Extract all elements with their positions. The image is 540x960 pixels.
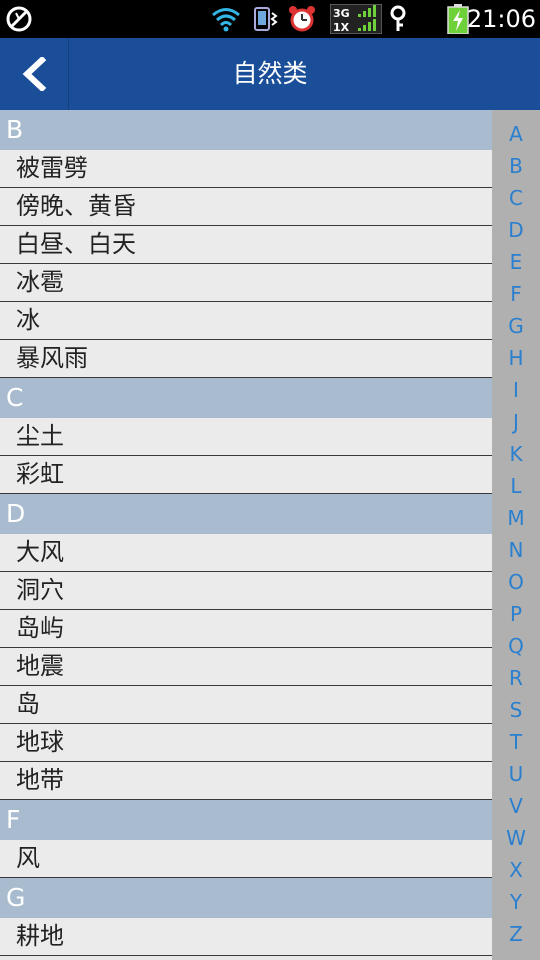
index-letter-z[interactable]: Z (492, 918, 540, 950)
list-item[interactable]: 暴风雨 (0, 340, 492, 378)
index-letter-g[interactable]: G (492, 310, 540, 342)
index-letter-f[interactable]: F (492, 278, 540, 310)
index-letter-a[interactable]: A (492, 118, 540, 150)
index-letter-m[interactable]: M (492, 502, 540, 534)
list-item[interactable]: 被雷劈 (0, 150, 492, 188)
list-item[interactable]: 大风 (0, 534, 492, 572)
back-button[interactable] (0, 38, 69, 110)
index-letter-v[interactable]: V (492, 790, 540, 822)
section-header: B (0, 110, 492, 150)
index-letter-u[interactable]: U (492, 758, 540, 790)
index-letter-p[interactable]: P (492, 598, 540, 630)
section-f: F 风 (0, 800, 492, 878)
status-bar: 3G 1X 21:06 (0, 0, 540, 38)
section-header: C (0, 378, 492, 418)
section-g: G 耕地 (0, 878, 492, 956)
list-item[interactable]: 风 (0, 840, 492, 878)
index-letter-b[interactable]: B (492, 150, 540, 182)
status-time: 21:06 (466, 5, 536, 33)
index-letter-j[interactable]: J (492, 406, 540, 438)
chevron-left-icon (22, 57, 47, 91)
list-item[interactable]: 地球 (0, 724, 492, 762)
word-list[interactable]: B 被雷劈 傍晚、黄昏 白昼、白天 冰雹 冰 暴风雨 C 尘土 彩虹 D 大风 … (0, 110, 492, 960)
key-icon (386, 4, 410, 34)
section-b: B 被雷劈 傍晚、黄昏 白昼、白天 冰雹 冰 暴风雨 (0, 110, 492, 378)
section-c: C 尘土 彩虹 (0, 378, 492, 494)
section-d: D 大风 洞穴 岛屿 地震 岛 地球 地带 (0, 494, 492, 800)
list-item[interactable]: 彩虹 (0, 456, 492, 494)
section-header: F (0, 800, 492, 840)
title-bar: 自然类 (0, 38, 540, 110)
index-letter-w[interactable]: W (492, 822, 540, 854)
list-item[interactable]: 岛 (0, 686, 492, 724)
section-header: G (0, 878, 492, 918)
list-item[interactable]: 地震 (0, 648, 492, 686)
index-letter-c[interactable]: C (492, 182, 540, 214)
index-letter-h[interactable]: H (492, 342, 540, 374)
list-item[interactable]: 白昼、白天 (0, 226, 492, 264)
index-letter-r[interactable]: R (492, 662, 540, 694)
index-letter-o[interactable]: O (492, 566, 540, 598)
list-item[interactable]: 洞穴 (0, 572, 492, 610)
list-item[interactable]: 傍晚、黄昏 (0, 188, 492, 226)
list-item[interactable]: 冰 (0, 302, 492, 340)
index-letter-n[interactable]: N (492, 534, 540, 566)
index-letter-q[interactable]: Q (492, 630, 540, 662)
signal-3g-1x-icon: 3G 1X (330, 4, 382, 34)
blocked-icon (4, 4, 34, 34)
wifi-icon (210, 4, 242, 34)
page-title: 自然类 (232, 59, 308, 88)
index-letter-i[interactable]: I (492, 374, 540, 406)
alarm-icon (286, 4, 318, 34)
list-item[interactable]: 尘土 (0, 418, 492, 456)
index-letter-l[interactable]: L (492, 470, 540, 502)
index-letter-t[interactable]: T (492, 726, 540, 758)
index-letter-y[interactable]: Y (492, 886, 540, 918)
list-item[interactable]: 耕地 (0, 918, 492, 956)
vibrate-icon (250, 4, 282, 34)
index-letter-s[interactable]: S (492, 694, 540, 726)
index-letter-e[interactable]: E (492, 246, 540, 278)
list-item[interactable]: 地带 (0, 762, 492, 800)
alphabet-index-bar[interactable]: A B C D E F G H I J K L M N O P Q R S T … (492, 110, 540, 960)
list-item[interactable]: 冰雹 (0, 264, 492, 302)
network-3g-label: 3G (333, 7, 350, 20)
network-1x-label: 1X (333, 21, 350, 34)
section-header: D (0, 494, 492, 534)
list-item[interactable]: 岛屿 (0, 610, 492, 648)
index-letter-k[interactable]: K (492, 438, 540, 470)
index-letter-d[interactable]: D (492, 214, 540, 246)
index-letter-x[interactable]: X (492, 854, 540, 886)
